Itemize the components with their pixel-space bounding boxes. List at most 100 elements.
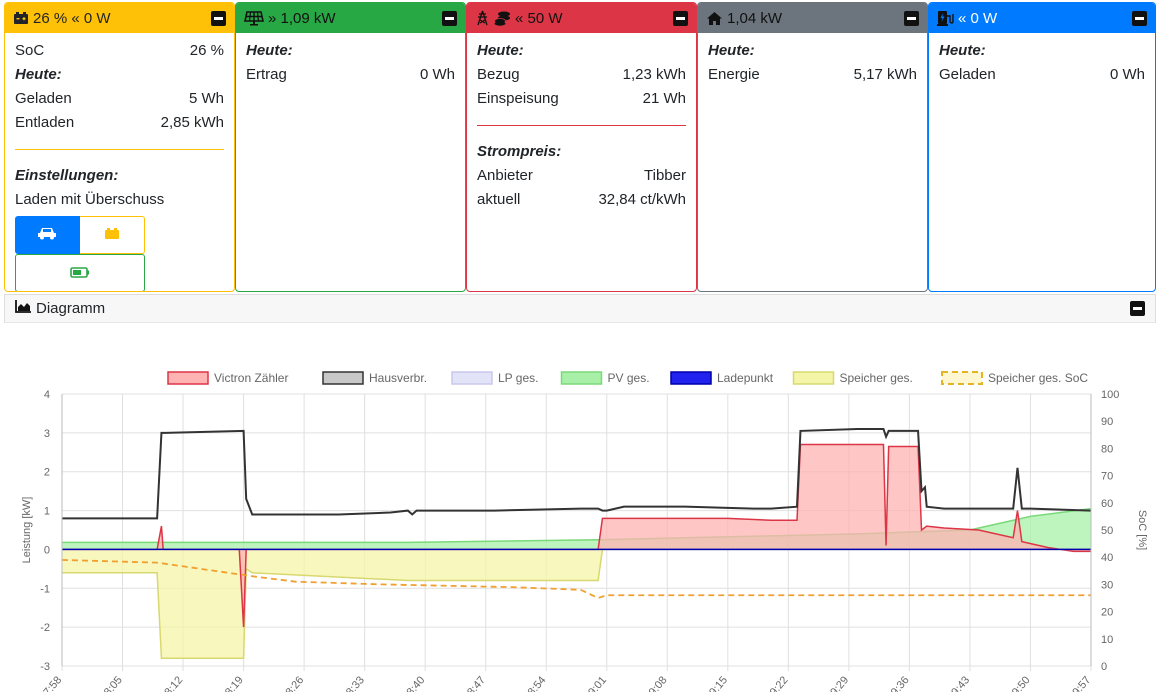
legend-swatch (167, 371, 209, 385)
legend-item[interactable]: Victron Zähler (167, 371, 288, 385)
legend-item[interactable]: LP ges. (451, 371, 538, 385)
x-tick-label: 09:15 (703, 674, 730, 692)
legend-label: Victron Zähler (214, 371, 288, 385)
current-price-label: aktuell (477, 191, 521, 208)
discharged-row: Entladen 2,85 kWh (15, 111, 224, 135)
x-tick-label: 08:40 (401, 674, 428, 692)
status-cards: 26 % « 0 W SoC 26 % Heute: Geladen 5 Wh En… (4, 2, 1156, 292)
diagram-header[interactable]: Diagramm (4, 294, 1156, 323)
mode-battery-priority-button[interactable] (15, 254, 145, 291)
legend-label: Speicher ges. SoC (988, 371, 1088, 385)
diagram-title: Diagramm (36, 300, 106, 317)
x-tick-label: 08:33 (340, 674, 367, 692)
y-tick-label-left: 1 (44, 506, 50, 518)
y-axis-label-left: Leistung [kW] (21, 497, 33, 564)
home-icon (706, 11, 723, 26)
collapse-button[interactable] (442, 10, 457, 26)
mode-label: Laden mit Überschuss (15, 191, 165, 208)
y-tick-label-right: 30 (1101, 579, 1113, 591)
mode-car-button[interactable] (15, 216, 80, 254)
y-tick-label-right: 90 (1101, 416, 1113, 428)
legend-item[interactable]: Ladepunkt (670, 371, 774, 385)
lp-card-header[interactable]: « 0 W (929, 3, 1155, 33)
provider-row: Anbieter Tibber (477, 164, 686, 188)
y-tick-label-left: -1 (40, 583, 50, 595)
lp-card-title: « 0 W (958, 9, 998, 27)
y-tick-label-right: 100 (1101, 389, 1119, 401)
battery-card-title: 26 % « 0 W (33, 9, 111, 27)
y-tick-label-right: 80 (1101, 443, 1113, 455)
legend-item[interactable]: Speicher ges. SoC (941, 371, 1088, 385)
battery-half-icon (70, 265, 90, 282)
divider (15, 149, 224, 150)
house-card: 1,04 kW Heute: Energie 5,17 kWh (697, 2, 928, 292)
settings-heading: Einstellungen: (15, 167, 119, 184)
collapse-button[interactable] (1130, 301, 1145, 316)
export-label: Einspeisung (477, 90, 559, 107)
x-tick-label: 09:57 (1066, 674, 1093, 692)
legend-item[interactable]: Hausverbr. (322, 371, 427, 385)
y-axis-label-right: SoC [%] (1136, 510, 1148, 550)
y-tick-label-left: -2 (40, 622, 50, 634)
provider-label: Anbieter (477, 167, 533, 184)
mode-battery-button[interactable] (79, 216, 145, 254)
collapse-button[interactable] (904, 10, 919, 26)
collapse-button[interactable] (673, 10, 688, 26)
battery-card-header[interactable]: 26 % « 0 W (5, 3, 234, 33)
y-tick-label-right: 20 (1101, 607, 1113, 619)
y-tick-label-left: 4 (44, 389, 50, 401)
energy-chart[interactable]: Victron Zähler Hausverbr. LP ges. PV ges. La… (4, 323, 1156, 696)
evu-card-header[interactable]: « 50 W (467, 3, 696, 33)
legend-swatch (560, 371, 603, 385)
x-tick-label: 09:50 (1006, 674, 1033, 692)
evu-card: « 50 W Heute: Bezug 1,23 kWh Einspeisung 2… (466, 2, 697, 292)
legend-item[interactable]: Speicher ges. (792, 371, 913, 385)
y-tick-label-right: 50 (1101, 525, 1113, 537)
legend-item[interactable]: PV ges. (560, 371, 650, 385)
chart-area-icon (15, 300, 31, 317)
house-card-header[interactable]: 1,04 kW (698, 3, 927, 33)
today-heading: Heute: (939, 42, 986, 59)
legend-swatch (792, 371, 835, 385)
legend-label: Ladepunkt (717, 371, 774, 385)
series-area-speicher-ges- (62, 549, 1091, 659)
today-heading: Heute: (477, 42, 524, 59)
x-tick-label: 08:26 (280, 674, 307, 692)
collapse-button[interactable] (1132, 10, 1147, 26)
y-tick-label-left: 3 (44, 428, 50, 440)
divider (477, 125, 686, 126)
battery-card: 26 % « 0 W SoC 26 % Heute: Geladen 5 Wh En… (4, 2, 235, 292)
y-tick-label-right: 60 (1101, 498, 1113, 510)
energy-label: Energie (708, 66, 760, 83)
solar-panel-icon (244, 10, 264, 26)
x-tick-label: 08:54 (522, 674, 549, 692)
soc-row: SoC 26 % (15, 39, 224, 63)
car-icon (37, 226, 57, 244)
evu-card-title: « 50 W (515, 9, 563, 27)
current-price-value: 32,84 ct/kWh (598, 191, 686, 208)
x-tick-label: 09:43 (945, 674, 972, 692)
legend-swatch (322, 371, 364, 385)
coins-icon (494, 10, 511, 26)
x-tick-label: 08:05 (98, 674, 125, 692)
house-card-title: 1,04 kW (727, 9, 783, 27)
yield-row: Ertrag 0 Wh (246, 63, 455, 87)
x-tick-label: 09:01 (582, 674, 609, 692)
energy-row: Energie 5,17 kWh (708, 63, 917, 87)
collapse-button[interactable] (211, 10, 226, 26)
today-heading: Heute: (246, 42, 293, 59)
x-tick-label: 08:12 (158, 674, 185, 692)
discharged-value: 2,85 kWh (160, 114, 224, 131)
chart-legend[interactable]: Victron Zähler Hausverbr. LP ges. PV ges. La… (167, 371, 1088, 385)
series-line-hausverbr- (62, 427, 1092, 520)
charged-label: Geladen (939, 66, 996, 83)
pv-card: » 1,09 kW Heute: Ertrag 0 Wh (235, 2, 466, 292)
x-tick-label: 09:36 (885, 674, 912, 692)
y-tick-label-right: 10 (1101, 634, 1113, 646)
export-row: Einspeisung 21 Wh (477, 87, 686, 111)
x-tick-label: 08:19 (219, 674, 246, 692)
pv-card-header[interactable]: » 1,09 kW (236, 3, 465, 33)
car-battery-icon (13, 11, 29, 25)
transmission-tower-icon (475, 10, 490, 26)
legend-swatch (451, 371, 493, 385)
